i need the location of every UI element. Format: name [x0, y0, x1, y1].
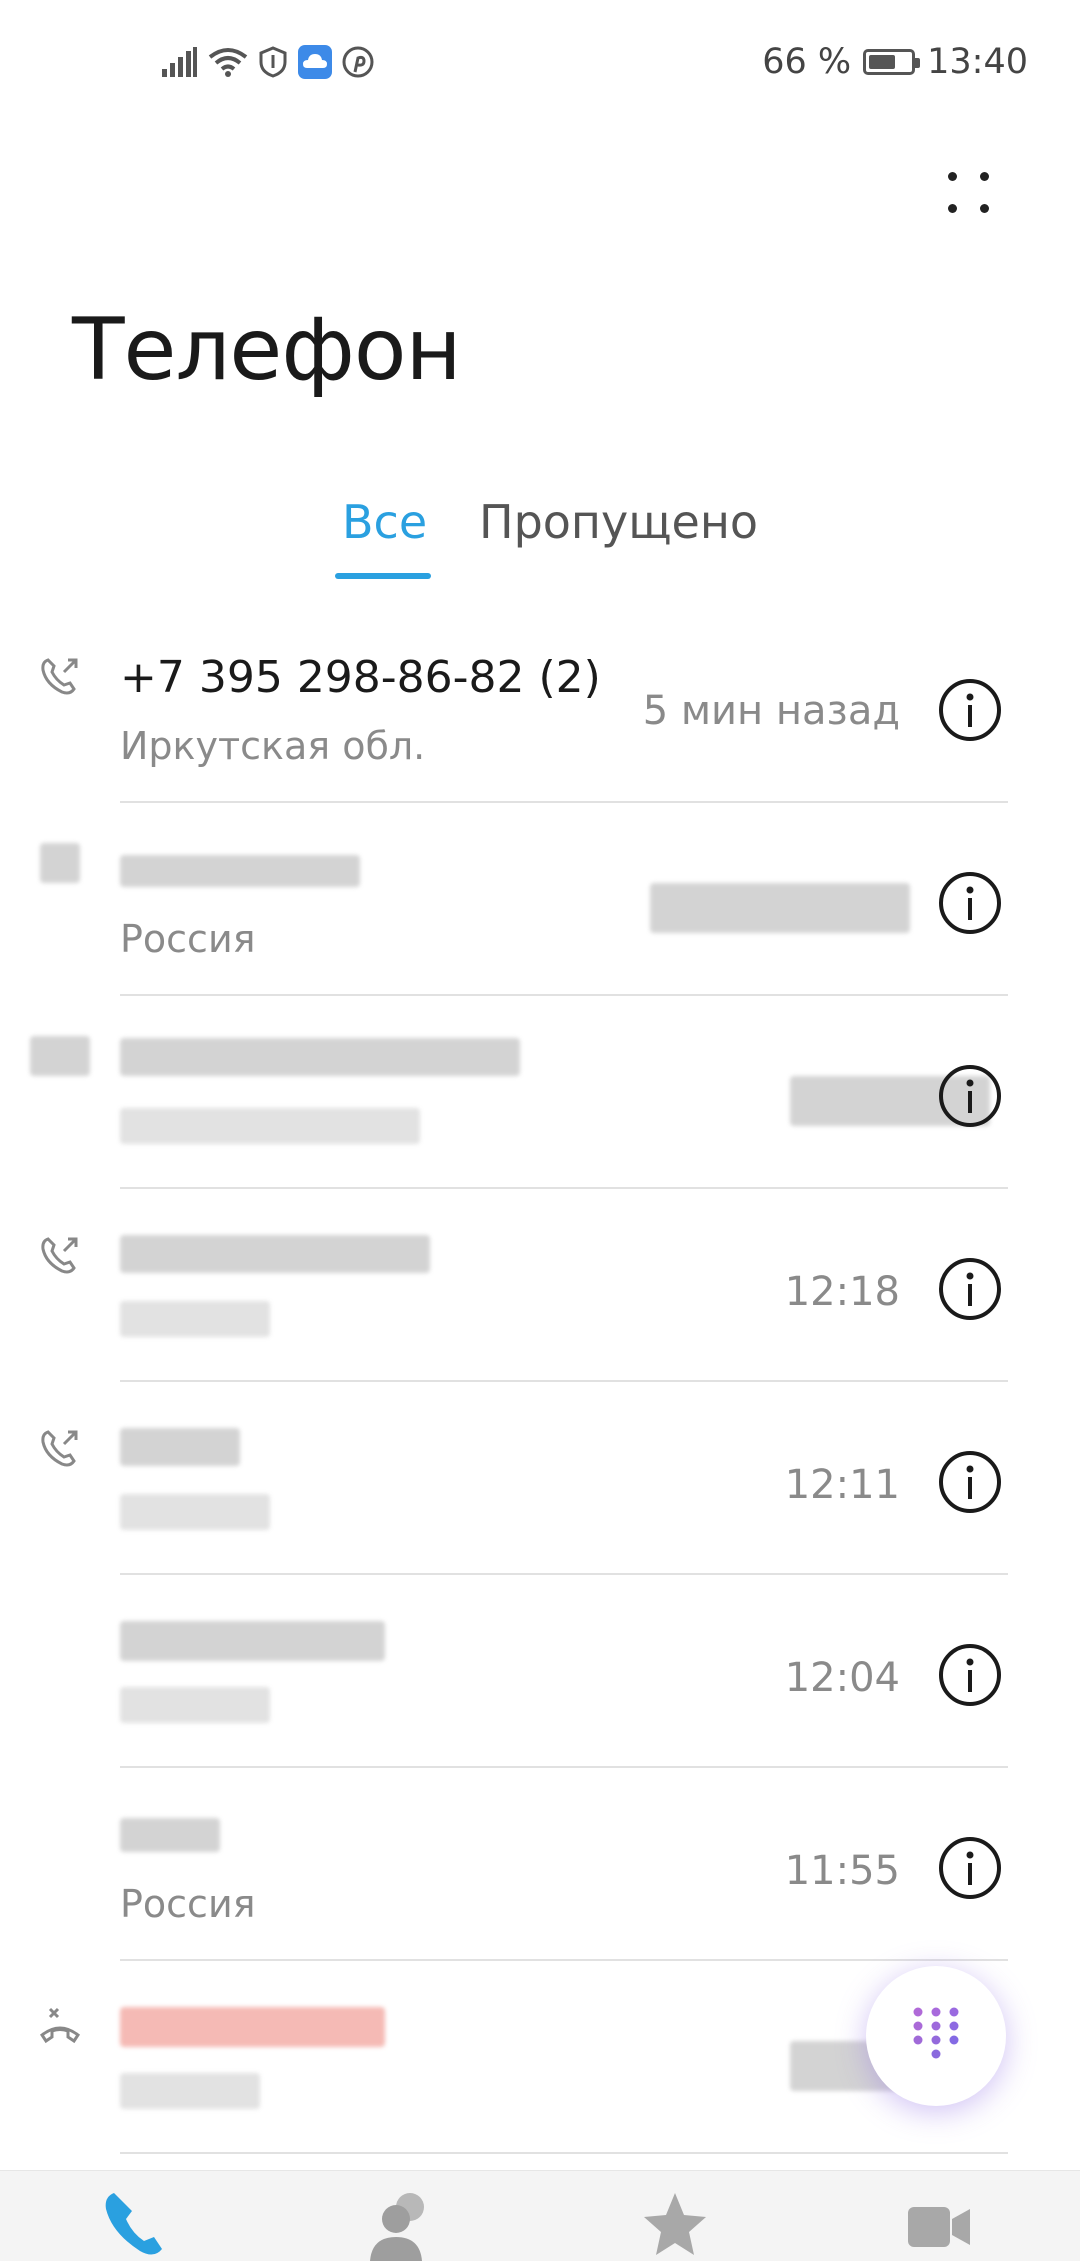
redacted-icon — [40, 843, 80, 883]
info-icon[interactable] — [938, 1450, 1002, 1514]
tab-missed[interactable]: Пропущено — [479, 495, 758, 549]
star-icon[interactable] — [640, 2189, 710, 2261]
status-right: 66 % 13:40 — [762, 42, 1028, 82]
info-icon[interactable] — [938, 1064, 1002, 1128]
call-log-row[interactable]: 12:18 — [0, 1189, 1080, 1382]
status-bar: 66 % 13:40 — [0, 0, 1080, 130]
pinterest-icon — [342, 46, 374, 78]
caller-region: Иркутская обл. — [120, 724, 426, 768]
video-call-icon[interactable] — [904, 2189, 974, 2261]
more-options-button[interactable] — [938, 162, 998, 222]
redacted-name — [120, 2007, 385, 2047]
call-time: 11:55 — [784, 1848, 900, 1894]
signal-icon — [162, 47, 197, 77]
contacts-icon[interactable] — [366, 2189, 436, 2261]
wifi-icon — [208, 48, 248, 77]
redacted-name — [120, 855, 360, 887]
cloud-app-icon — [298, 45, 332, 79]
redacted-name — [120, 1621, 385, 1661]
redacted-name — [120, 1235, 430, 1273]
call-log-row[interactable]: 12:11 — [0, 1382, 1080, 1575]
redacted-icon — [30, 1036, 90, 1076]
call-time: 12:04 — [784, 1655, 900, 1701]
caller-region: Россия — [120, 1882, 256, 1926]
call-log-row[interactable]: 12:04 — [0, 1575, 1080, 1768]
info-icon[interactable] — [938, 1643, 1002, 1707]
status-icons — [162, 45, 374, 79]
caller-name: +7 395 298-86-82 (2) — [120, 652, 601, 703]
info-icon[interactable] — [938, 1257, 1002, 1321]
info-icon[interactable] — [938, 871, 1002, 935]
clock: 13:40 — [927, 42, 1028, 82]
outgoing-call-icon — [41, 1237, 78, 1274]
call-log-list: +7 395 298-86-82 (2) Иркутская обл. 5 ми… — [0, 610, 1080, 2154]
redacted-name — [120, 1038, 520, 1076]
call-time: 12:18 — [784, 1269, 900, 1315]
dialpad-icon — [913, 2007, 959, 2059]
phone-icon[interactable] — [100, 2189, 170, 2261]
outgoing-call-icon — [41, 658, 78, 695]
redacted-name — [120, 1428, 240, 1466]
call-log-row[interactable]: Россия — [0, 803, 1080, 996]
redacted-name — [120, 1818, 220, 1852]
call-log-row[interactable]: Россия 11:55 — [0, 1768, 1080, 1961]
battery-percent: 66 % — [762, 42, 852, 82]
redacted-region — [120, 1301, 270, 1337]
info-icon[interactable] — [938, 1836, 1002, 1900]
call-log-row[interactable] — [0, 996, 1080, 1189]
outgoing-call-icon — [41, 1430, 78, 1467]
info-icon[interactable] — [938, 678, 1002, 742]
missed-call-icon — [39, 2007, 81, 2044]
call-filter-tabs: Все Пропущено — [0, 495, 1080, 585]
redacted-region — [120, 1108, 420, 1144]
redacted-time — [650, 883, 910, 933]
battery-icon — [863, 49, 921, 75]
caller-region: Россия — [120, 917, 256, 961]
page-title: Телефон — [72, 300, 462, 400]
divider — [120, 2152, 1008, 2154]
active-tab-indicator — [335, 573, 431, 579]
dialpad-button[interactable] — [866, 1966, 1006, 2106]
redacted-region — [120, 2073, 260, 2109]
redacted-region — [120, 1687, 270, 1723]
call-time: 5 мин назад — [642, 688, 900, 734]
call-time: 12:11 — [784, 1462, 900, 1508]
tab-all[interactable]: Все — [342, 495, 427, 549]
bottom-navigation — [0, 2170, 1080, 2261]
shield-icon — [259, 46, 287, 78]
redacted-region — [120, 1494, 270, 1530]
call-log-row[interactable]: +7 395 298-86-82 (2) Иркутская обл. 5 ми… — [0, 610, 1080, 803]
